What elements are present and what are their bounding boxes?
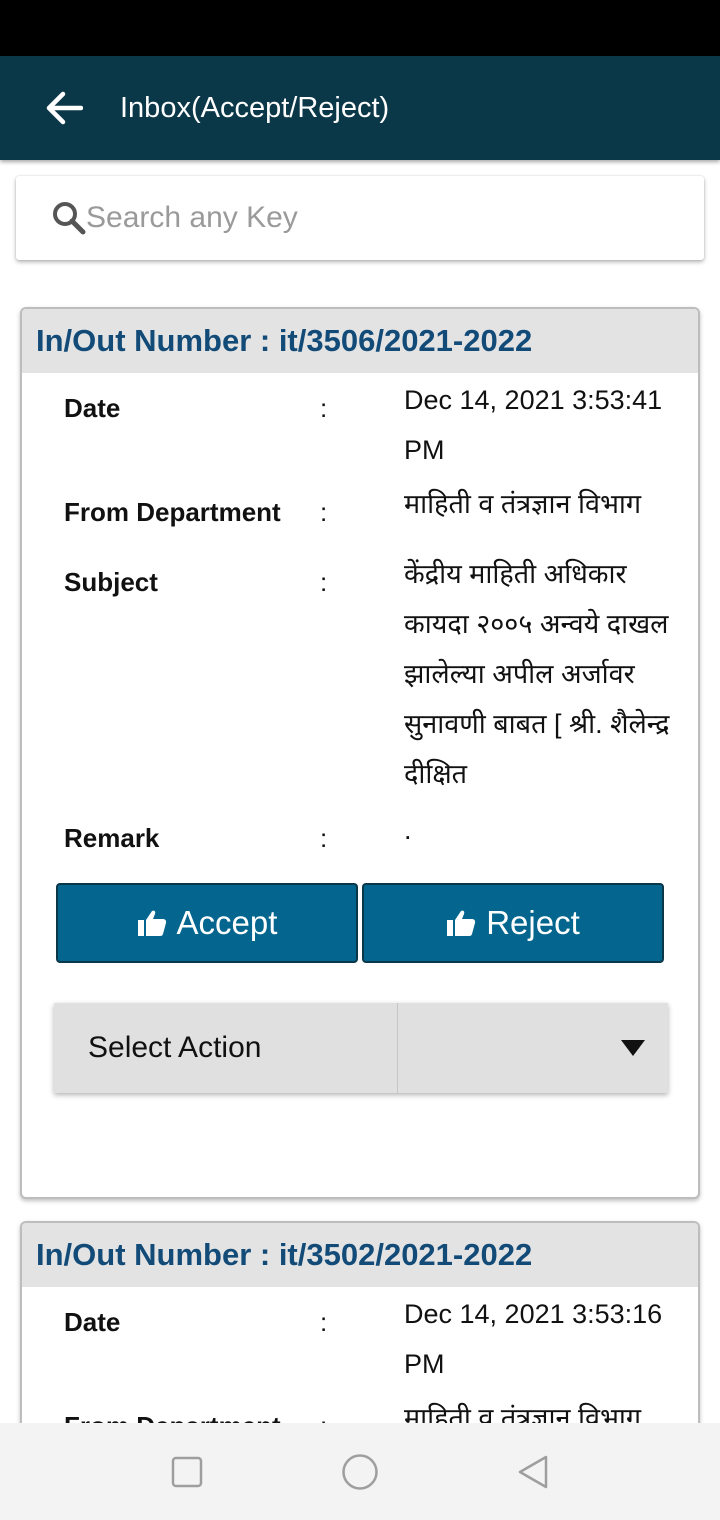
- card-header: In/Out Number : it/3502/2021-2022: [22, 1223, 698, 1287]
- triangle-back-icon: [519, 1455, 548, 1488]
- colon: :: [320, 823, 328, 853]
- back-button[interactable]: [32, 76, 96, 140]
- subject-value: केंद्रीय माहिती अधिकार कायदा २००५ अन्वये…: [404, 559, 670, 789]
- thumbs-up-icon: [137, 910, 166, 936]
- circle-icon: [342, 1453, 378, 1490]
- subject-row: Subject : केंद्रीय माहिती अधिकार कायदा २…: [64, 559, 684, 813]
- search-icon: [52, 201, 86, 235]
- accept-label: Accept: [176, 904, 278, 941]
- date-row: Date : Dec 14, 2021 3:53:16 PM: [64, 1299, 684, 1403]
- reject-button[interactable]: Reject: [362, 883, 664, 963]
- reject-label: Reject: [486, 904, 580, 941]
- thumbs-up-icon: [447, 910, 476, 936]
- app-bar: Inbox(Accept/Reject): [0, 56, 720, 160]
- remark-value: .: [404, 815, 412, 845]
- colon: :: [320, 497, 328, 527]
- card-header: In/Out Number : it/3506/2021-2022: [22, 309, 698, 373]
- search-bar[interactable]: [16, 176, 704, 260]
- remark-row: Remark : .: [64, 815, 684, 869]
- date-label: Date: [64, 393, 121, 423]
- from-department-row: From Department : माहिती व तंत्रज्ञान वि…: [64, 489, 684, 543]
- accept-button[interactable]: Accept: [56, 883, 358, 963]
- colon: :: [320, 393, 328, 423]
- from-department-value: माहिती व तंत्रज्ञान विभाग: [404, 489, 642, 519]
- home-button[interactable]: [330, 1442, 390, 1502]
- page-title: Inbox(Accept/Reject): [120, 91, 390, 124]
- status-bar: [0, 0, 720, 56]
- inbox-card: In/Out Number : it/3506/2021-2022 Date :…: [20, 307, 700, 1199]
- colon: :: [320, 567, 328, 597]
- date-value: Dec 14, 2021 3:53:16 PM: [404, 1299, 663, 1379]
- search-input[interactable]: [86, 201, 666, 235]
- system-nav-bar: [0, 1423, 720, 1520]
- remark-label: Remark: [64, 823, 160, 853]
- select-action-label: Select Action: [54, 1003, 398, 1093]
- date-row: Date : Dec 14, 2021 3:53:41 PM: [64, 385, 684, 489]
- subject-label: Subject: [64, 567, 158, 597]
- nav-back-button[interactable]: [503, 1442, 563, 1502]
- card-title: In/Out Number : it/3506/2021-2022: [36, 323, 533, 358]
- arrow-left-icon: [46, 91, 83, 125]
- select-action-dropdown[interactable]: Select Action: [54, 1003, 668, 1093]
- date-label: Date: [64, 1307, 121, 1337]
- caret-down-icon: [621, 1040, 645, 1056]
- square-icon: [171, 1456, 202, 1487]
- card-title: In/Out Number : it/3502/2021-2022: [36, 1237, 533, 1272]
- date-value: Dec 14, 2021 3:53:41 PM: [404, 385, 663, 465]
- recent-apps-button[interactable]: [157, 1442, 217, 1502]
- from-department-label: From Department: [64, 497, 281, 527]
- colon: :: [320, 1307, 328, 1337]
